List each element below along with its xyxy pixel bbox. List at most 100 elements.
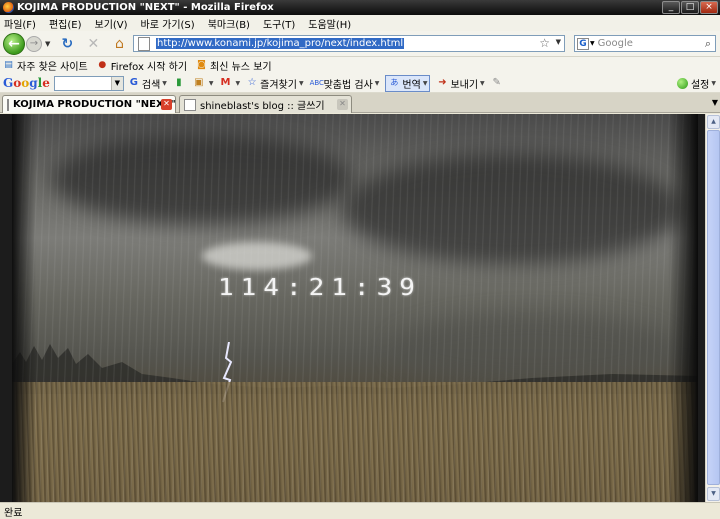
google-settings[interactable]: 설정 ▼ xyxy=(676,76,716,91)
home-icon[interactable]: ⌂ xyxy=(110,35,128,53)
page-favicon-icon xyxy=(7,98,9,111)
bookmark-latest-headlines[interactable]: ◙ 최신 뉴스 보기 xyxy=(196,58,272,73)
chevron-down-icon[interactable]: ▼ xyxy=(236,80,241,87)
tab-list-dropdown-icon[interactable]: ▼ xyxy=(712,98,718,107)
countdown-timer: 114:21:39 xyxy=(218,274,422,302)
search-engine-icon[interactable]: G xyxy=(577,37,589,50)
url-text[interactable]: http://www.konami.jp/kojima_pro/next/ind… xyxy=(156,38,405,49)
menu-help[interactable]: 도움말(H) xyxy=(308,16,351,31)
menu-bookmarks[interactable]: 북마크(B) xyxy=(208,16,250,31)
send-button[interactable]: ➜ 보내기 ▼ xyxy=(436,76,484,91)
google-search-input[interactable]: ▼ xyxy=(53,75,124,91)
window-title: KOJIMA PRODUCTION "NEXT" - Mozilla Firef… xyxy=(17,2,274,13)
chevron-down-icon[interactable]: ▼ xyxy=(423,80,428,87)
tab-kojima-production[interactable]: KOJIMA PRODUCTION "NEXT" ✕ xyxy=(2,95,176,113)
send-arrow-icon: ➜ xyxy=(438,77,447,88)
menu-history[interactable]: 바로 가기(S) xyxy=(141,16,195,31)
scroll-thumb[interactable] xyxy=(707,130,720,485)
google-search-button[interactable]: G 검색 ▼ xyxy=(128,76,167,91)
translate-button[interactable]: あ 번역 ▼ xyxy=(385,74,431,92)
spellcheck-button[interactable]: ABC 맞춤법 검사 ▼ xyxy=(310,76,380,91)
rss-icon: ◙ xyxy=(197,60,206,70)
bookmarks-button[interactable]: ☆ 즐겨찾기 ▼ xyxy=(246,76,304,91)
window-titlebar: KOJIMA PRODUCTION "NEXT" - Mozilla Firef… xyxy=(0,0,720,15)
close-tab-icon[interactable]: ✕ xyxy=(161,99,172,110)
page-icon xyxy=(138,36,150,51)
history-dropdown-icon[interactable]: ▼ xyxy=(45,40,50,48)
bookmarks-toolbar: ▤ 자주 찾은 사이트 ● Firefox 시작 하기 ◙ 최신 뉴스 보기 xyxy=(0,57,720,74)
chevron-down-icon[interactable]: ▼ xyxy=(711,80,716,87)
settings-label: 설정 xyxy=(690,80,710,91)
menu-bar: 파일(F) 편집(E) 보기(V) 바로 가기(S) 북마크(B) 도구(T) … xyxy=(0,15,720,31)
popup-blocker-button[interactable]: ▣ ▼ xyxy=(193,77,214,89)
address-bar[interactable]: http://www.konami.jp/kojima_pro/next/ind… xyxy=(133,35,565,52)
google-g-icon: G xyxy=(129,77,138,88)
search-placeholder: Google xyxy=(597,38,633,49)
gmail-icon: M xyxy=(220,77,231,88)
forward-button[interactable]: → xyxy=(26,35,42,52)
back-button[interactable]: ← xyxy=(3,32,25,55)
gmail-button[interactable]: M ▼ xyxy=(220,77,241,89)
star-icon: ☆ xyxy=(247,77,257,88)
page-content: 114:21:39 xyxy=(0,114,705,502)
bookmark-star-icon[interactable]: ☆ xyxy=(539,36,550,50)
spellcheck-icon: ABC xyxy=(309,79,324,87)
chevron-down-icon[interactable]: ▼ xyxy=(299,80,304,87)
bookmarks-label: 즐겨찾기 xyxy=(260,79,297,91)
status-green-icon xyxy=(676,78,688,89)
bookmark-label: 자주 찾은 사이트 xyxy=(17,62,88,73)
left-vignette xyxy=(12,114,36,502)
menu-file[interactable]: 파일(F) xyxy=(4,16,36,31)
page-favicon-icon xyxy=(184,98,196,111)
status-text: 완료 xyxy=(4,507,23,519)
translate-label: 번역 xyxy=(402,79,421,91)
translate-icon: あ xyxy=(390,78,399,87)
tab-shineblast-blog[interactable]: shineblast's blog :: 글쓰기 ✕ xyxy=(179,95,352,113)
tab-title: KOJIMA PRODUCTION "NEXT" xyxy=(13,99,176,110)
chevron-down-icon[interactable]: ▼ xyxy=(209,80,214,87)
highlighter-button[interactable]: ✎ xyxy=(491,77,505,89)
close-window-button[interactable]: × xyxy=(700,1,718,14)
bookmark-label: 최신 뉴스 보기 xyxy=(210,62,272,73)
search-engine-dropdown-icon[interactable]: ▼ xyxy=(590,40,595,47)
bookmark-folder-icon: ▤ xyxy=(4,60,13,70)
send-label: 보내기 xyxy=(450,79,479,91)
menu-edit[interactable]: 편집(E) xyxy=(49,16,82,31)
window-controls: _ □ × xyxy=(662,1,718,14)
tab-title: shineblast's blog :: 글쓰기 xyxy=(200,101,325,112)
tab-bar: KOJIMA PRODUCTION "NEXT" ✕ shineblast's … xyxy=(0,93,720,113)
google-logo[interactable]: Google xyxy=(3,76,50,90)
spellcheck-label: 맞춤법 검사 xyxy=(323,79,373,91)
chevron-down-icon[interactable]: ▼ xyxy=(162,80,167,87)
storm-field-background xyxy=(12,114,698,502)
bookmark-label: Firefox 시작 하기 xyxy=(110,62,188,73)
stop-icon[interactable]: ✕ xyxy=(84,35,102,53)
maximize-button[interactable]: □ xyxy=(681,1,699,14)
minimize-button[interactable]: _ xyxy=(662,1,680,14)
pencil-icon: ✎ xyxy=(492,77,501,88)
search-icon[interactable]: ⌕ xyxy=(705,37,711,51)
url-dropdown-icon[interactable]: ▼ xyxy=(556,38,561,46)
chevron-down-icon[interactable]: ▼ xyxy=(480,80,485,87)
vertical-scrollbar[interactable]: ▲ ▼ xyxy=(705,114,720,502)
chevron-down-icon[interactable]: ▼ xyxy=(110,76,123,90)
menu-view[interactable]: 보기(V) xyxy=(95,16,128,31)
menu-tools[interactable]: 도구(T) xyxy=(263,16,295,31)
google-toolbar: Google ▼ G 검색 ▼ ▮ ▣ ▼ M ▼ ☆ 즐겨찾기 ▼ ABC 맞… xyxy=(0,74,720,93)
popup-blocker-icon: ▣ xyxy=(194,77,204,88)
status-bar: 완료 xyxy=(0,502,720,519)
pagerank-button[interactable]: ▮ xyxy=(173,77,187,89)
scroll-up-icon[interactable]: ▲ xyxy=(707,115,720,129)
bookmark-most-visited[interactable]: ▤ 자주 찾은 사이트 xyxy=(3,58,88,73)
bookmark-getting-started[interactable]: ● Firefox 시작 하기 xyxy=(97,58,187,73)
firefox-logo-icon xyxy=(3,2,14,13)
search-bar[interactable]: G ▼ Google ⌕ xyxy=(574,35,716,52)
google-search-label: 검색 xyxy=(141,79,161,91)
rain-overlay xyxy=(12,114,698,502)
scroll-down-icon[interactable]: ▼ xyxy=(707,487,720,501)
pagerank-icon: ▮ xyxy=(176,77,182,88)
chevron-down-icon[interactable]: ▼ xyxy=(375,80,380,87)
reload-icon[interactable]: ↻ xyxy=(58,35,76,53)
close-tab-icon[interactable]: ✕ xyxy=(337,99,348,110)
firefox-icon: ● xyxy=(98,60,107,70)
